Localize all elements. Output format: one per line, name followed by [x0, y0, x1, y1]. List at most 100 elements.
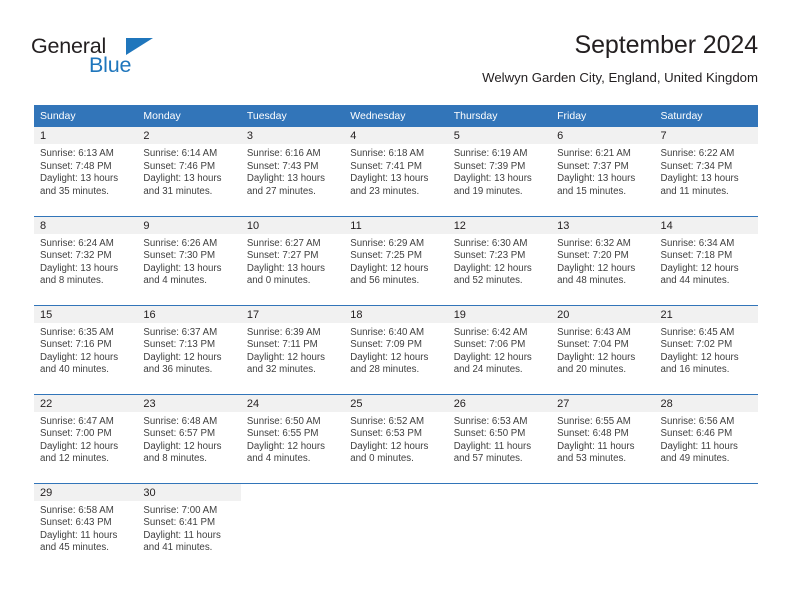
- day-cell[interactable]: 20 Sunrise: 6:43 AM Sunset: 7:04 PM Dayl…: [551, 304, 655, 394]
- day-cell[interactable]: 10 Sunrise: 6:27 AM Sunset: 7:27 PM Dayl…: [240, 215, 345, 305]
- day-cell[interactable]: 5 Sunrise: 6:19 AM Sunset: 7:39 PM Dayli…: [447, 127, 552, 216]
- day-cell[interactable]: 17 Sunrise: 6:39 AM Sunset: 7:11 PM Dayl…: [240, 304, 345, 394]
- day-number: 9: [137, 216, 241, 234]
- page-header: General Blue September 2024 Welwyn Garde…: [0, 0, 792, 100]
- sunset-text: Sunset: 7:43 PM: [246, 160, 319, 172]
- day-cell[interactable]: 15 Sunrise: 6:35 AM Sunset: 7:16 PM Dayl…: [34, 304, 138, 394]
- day-number: 5: [447, 127, 552, 144]
- daylight-text-line2: and 28 minutes.: [350, 364, 420, 376]
- sunrise-text: Sunrise: 6:37 AM: [143, 326, 218, 338]
- calendar-page: General Blue September 2024 Welwyn Garde…: [0, 0, 792, 612]
- weekday-header-saturday: Saturday: [654, 105, 758, 127]
- day-cell[interactable]: 21 Sunrise: 6:45 AM Sunset: 7:02 PM Dayl…: [654, 304, 758, 394]
- week-row: 15 Sunrise: 6:35 AM Sunset: 7:16 PM Dayl…: [34, 304, 758, 394]
- sunrise-text: Sunrise: 6:42 AM: [453, 326, 528, 338]
- day-details: Sunrise: 6:34 AM Sunset: 7:18 PM Dayligh…: [655, 234, 758, 288]
- daylight-text-line1: Daylight: 12 hours: [557, 262, 636, 274]
- day-cell[interactable]: 25 Sunrise: 6:52 AM Sunset: 6:53 PM Dayl…: [344, 393, 448, 483]
- daylight-text-line1: Daylight: 13 hours: [350, 173, 429, 185]
- sunset-text: Sunset: 6:50 PM: [453, 428, 526, 440]
- day-cell[interactable]: 6 Sunrise: 6:21 AM Sunset: 7:37 PM Dayli…: [551, 127, 655, 216]
- sunset-text: Sunset: 7:37 PM: [557, 160, 629, 172]
- day-details: Sunrise: 6:13 AM Sunset: 7:48 PM Dayligh…: [34, 144, 137, 198]
- day-cell[interactable]: 12 Sunrise: 6:30 AM Sunset: 7:23 PM Dayl…: [447, 215, 552, 305]
- day-cell[interactable]: 19 Sunrise: 6:42 AM Sunset: 7:06 PM Dayl…: [447, 304, 552, 394]
- sunrise-text: Sunrise: 6:22 AM: [660, 148, 735, 159]
- day-number: 15: [34, 305, 138, 323]
- day-details: Sunrise: 6:58 AM Sunset: 6:43 PM Dayligh…: [34, 501, 137, 555]
- day-cell[interactable]: 22 Sunrise: 6:47 AM Sunset: 7:00 PM Dayl…: [34, 393, 138, 483]
- sunset-text: Sunset: 6:43 PM: [40, 517, 112, 529]
- daylight-text-line1: Daylight: 12 hours: [557, 351, 636, 363]
- logo-text-blue: Blue: [89, 53, 132, 77]
- daylight-text-line1: Daylight: 13 hours: [40, 173, 119, 185]
- day-cell[interactable]: 2 Sunrise: 6:14 AM Sunset: 7:46 PM Dayli…: [137, 127, 241, 216]
- day-number: 1: [34, 127, 138, 144]
- day-cell[interactable]: 30 Sunrise: 7:00 AM Sunset: 6:41 PM Dayl…: [137, 482, 241, 572]
- day-cell[interactable]: 14 Sunrise: 6:34 AM Sunset: 7:18 PM Dayl…: [654, 215, 758, 305]
- weekday-header-row: Sunday Monday Tuesday Wednesday Thursday…: [34, 105, 758, 127]
- day-cell[interactable]: 24 Sunrise: 6:50 AM Sunset: 6:55 PM Dayl…: [240, 393, 345, 483]
- daylight-text-line2: and 40 minutes.: [40, 364, 109, 376]
- daylight-text-line2: and 45 minutes.: [40, 542, 109, 554]
- generalblue-logo[interactable]: General Blue: [31, 35, 211, 84]
- day-cell[interactable]: 7 Sunrise: 6:22 AM Sunset: 7:34 PM Dayli…: [654, 127, 758, 216]
- day-number: [344, 484, 447, 501]
- day-cell[interactable]: 27 Sunrise: 6:55 AM Sunset: 6:48 PM Dayl…: [551, 393, 655, 483]
- day-number: 23: [137, 394, 241, 412]
- day-cell[interactable]: 8 Sunrise: 6:24 AM Sunset: 7:32 PM Dayli…: [34, 215, 138, 305]
- daylight-text-line2: and 12 minutes.: [40, 453, 109, 465]
- day-cell[interactable]: 11 Sunrise: 6:29 AM Sunset: 7:25 PM Dayl…: [344, 215, 448, 305]
- sunrise-text: Sunrise: 6:47 AM: [40, 415, 114, 427]
- weekday-header-thursday: Thursday: [447, 105, 552, 127]
- daylight-text-line1: Daylight: 12 hours: [246, 351, 325, 363]
- day-number: 12: [447, 216, 552, 234]
- day-cell[interactable]: 16 Sunrise: 6:37 AM Sunset: 7:13 PM Dayl…: [137, 304, 241, 394]
- day-cell[interactable]: 4 Sunrise: 6:18 AM Sunset: 7:41 PM Dayli…: [344, 127, 448, 216]
- day-cell[interactable]: 23 Sunrise: 6:48 AM Sunset: 6:57 PM Dayl…: [137, 393, 241, 483]
- daylight-text-line2: and 0 minutes.: [350, 453, 414, 465]
- daylight-text-line1: Daylight: 13 hours: [557, 173, 636, 185]
- day-number: 22: [34, 394, 138, 412]
- day-cell[interactable]: 28 Sunrise: 6:56 AM Sunset: 6:46 PM Dayl…: [654, 393, 758, 483]
- day-number: 8: [34, 216, 138, 234]
- day-cell[interactable]: 18 Sunrise: 6:40 AM Sunset: 7:09 PM Dayl…: [344, 304, 448, 394]
- daylight-text-line1: Daylight: 12 hours: [40, 351, 119, 363]
- day-number: 13: [551, 216, 655, 234]
- day-cell[interactable]: 1 Sunrise: 6:13 AM Sunset: 7:48 PM Dayli…: [34, 127, 138, 216]
- day-details: Sunrise: 6:18 AM Sunset: 7:41 PM Dayligh…: [344, 144, 447, 198]
- sunset-text: Sunset: 7:16 PM: [40, 339, 112, 351]
- day-details: Sunrise: 6:40 AM Sunset: 7:09 PM Dayligh…: [344, 323, 447, 377]
- sunrise-text: Sunrise: 6:18 AM: [350, 148, 425, 159]
- day-cell-empty: [240, 482, 345, 572]
- daylight-text-line1: Daylight: 13 hours: [453, 173, 532, 185]
- daylight-text-line2: and 11 minutes.: [660, 185, 729, 197]
- sunset-text: Sunset: 7:04 PM: [557, 339, 629, 351]
- day-cell-empty: [654, 482, 758, 572]
- day-cell[interactable]: 13 Sunrise: 6:32 AM Sunset: 7:20 PM Dayl…: [551, 215, 655, 305]
- day-number: 30: [137, 483, 241, 501]
- day-details: Sunrise: 6:26 AM Sunset: 7:30 PM Dayligh…: [137, 234, 240, 288]
- page-title: September 2024: [574, 31, 759, 59]
- title-block: September 2024 Welwyn Garden City, Engla…: [482, 30, 758, 86]
- sunrise-text: Sunrise: 6:14 AM: [143, 148, 218, 159]
- day-number: 2: [137, 127, 241, 144]
- sunset-text: Sunset: 7:46 PM: [143, 160, 216, 172]
- day-details: Sunrise: 6:42 AM Sunset: 7:06 PM Dayligh…: [448, 323, 551, 377]
- daylight-text-line1: Daylight: 13 hours: [660, 173, 739, 185]
- page-subtitle: Welwyn Garden City, England, United King…: [482, 70, 758, 86]
- week-row: 29 Sunrise: 6:58 AM Sunset: 6:43 PM Dayl…: [34, 482, 758, 572]
- daylight-text-line2: and 52 minutes.: [453, 275, 523, 287]
- day-number: 20: [551, 305, 655, 323]
- sunset-text: Sunset: 7:27 PM: [246, 250, 319, 262]
- sunrise-text: Sunrise: 6:19 AM: [453, 148, 528, 159]
- day-cell[interactable]: 29 Sunrise: 6:58 AM Sunset: 6:43 PM Dayl…: [34, 482, 138, 572]
- day-number: 4: [344, 127, 448, 144]
- daylight-text-line2: and 56 minutes.: [350, 275, 420, 287]
- day-cell[interactable]: 9 Sunrise: 6:26 AM Sunset: 7:30 PM Dayli…: [137, 215, 241, 305]
- sunset-text: Sunset: 6:53 PM: [350, 428, 422, 440]
- day-number: [551, 484, 654, 501]
- day-number: 11: [344, 216, 448, 234]
- day-cell[interactable]: 26 Sunrise: 6:53 AM Sunset: 6:50 PM Dayl…: [447, 393, 552, 483]
- day-cell[interactable]: 3 Sunrise: 6:16 AM Sunset: 7:43 PM Dayli…: [240, 127, 345, 216]
